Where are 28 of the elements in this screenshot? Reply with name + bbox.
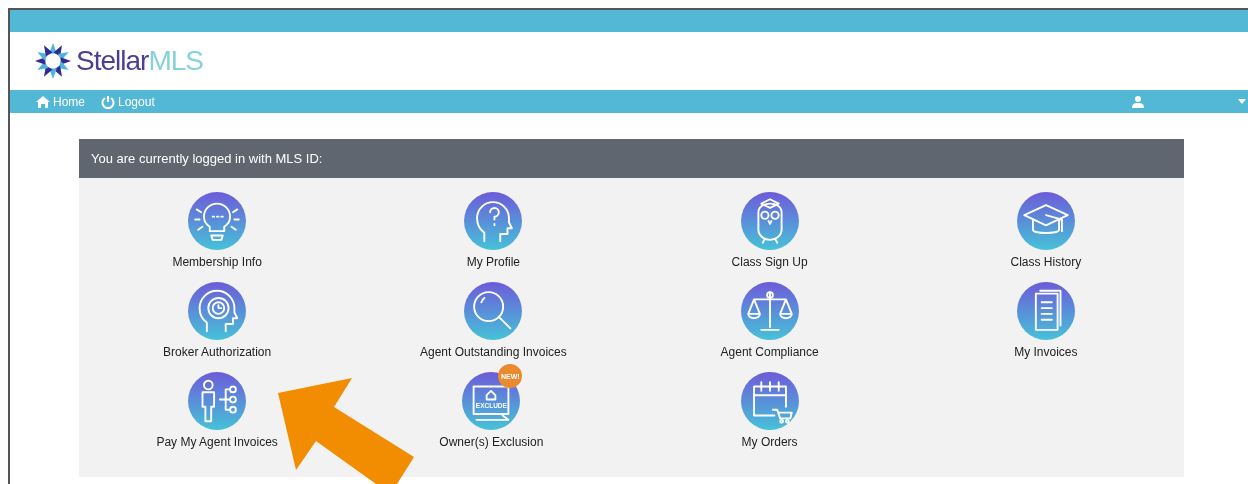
panel-title: You are currently logged in with MLS ID: [79, 139, 1184, 178]
tile-link[interactable]: My Orders [740, 372, 799, 449]
tile-link[interactable]: Pay My Agent Invoices [156, 372, 278, 449]
caret-icon[interactable] [1238, 99, 1246, 104]
star-logo-icon [34, 42, 72, 80]
cap-icon [1016, 192, 1075, 250]
user-icon[interactable] [1132, 95, 1144, 108]
exclude-icon [462, 372, 521, 430]
head-question-icon [464, 192, 523, 250]
scales-icon [740, 282, 799, 340]
power-icon [101, 94, 115, 109]
tile-link[interactable]: Broker Authorization [163, 282, 272, 359]
bulb-icon [188, 192, 247, 250]
owl-icon [740, 192, 799, 250]
tile-link[interactable]: Agent Outstanding Invoices [420, 282, 567, 359]
logo-wordmark: StellarMLS [76, 45, 203, 77]
documents-icon [1016, 282, 1075, 340]
tile-link[interactable]: Class History [1010, 192, 1082, 269]
tile-link[interactable]: Membership Info [172, 192, 262, 269]
home-icon [36, 94, 50, 109]
calendar-cart-icon [740, 372, 799, 430]
tile-link[interactable]: Agent Compliance [720, 282, 819, 359]
person-network-icon [188, 372, 247, 430]
tile-link[interactable]: My Profile [464, 192, 523, 269]
tile-link[interactable]: My Invoices [1014, 282, 1078, 359]
tile-link[interactable]: Class Sign Up [731, 192, 808, 269]
head-clock-icon [188, 282, 247, 340]
magnifier-icon [464, 282, 523, 340]
